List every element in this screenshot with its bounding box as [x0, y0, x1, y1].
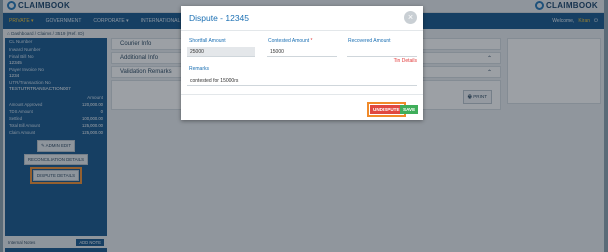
- required-asterisk: *: [310, 38, 313, 44]
- dispute-modal: Dispute - 12345 × Shortfall Amount 25000…: [181, 6, 423, 120]
- shortfall-input: 25000: [187, 47, 255, 57]
- recovered-amount-input[interactable]: [347, 47, 417, 57]
- remarks-input[interactable]: contested for 15000rs: [187, 76, 417, 86]
- tin-details-link[interactable]: Tin Details: [394, 58, 417, 64]
- contested-label-text: Contested Amount: [268, 38, 310, 44]
- app-window: CLAIMBOOK CLAIMBOOK PRIVATE ▾ GOVERNMENT…: [3, 0, 604, 252]
- close-icon[interactable]: ×: [404, 11, 417, 24]
- save-button[interactable]: SAVE: [400, 105, 419, 114]
- contested-amount-input[interactable]: 15000: [267, 47, 337, 57]
- modal-footer-divider: [181, 94, 423, 95]
- shortfall-label: Shortfall Amount: [189, 38, 226, 44]
- modal-title: Dispute - 12345: [189, 13, 250, 23]
- contested-label: Contested Amount *: [268, 38, 312, 44]
- remarks-label: Remarks: [189, 66, 210, 72]
- recovered-label: Recovered Amount: [348, 38, 391, 44]
- modal-divider: [181, 30, 423, 31]
- undispute-button[interactable]: UNDISPUTE: [370, 105, 403, 114]
